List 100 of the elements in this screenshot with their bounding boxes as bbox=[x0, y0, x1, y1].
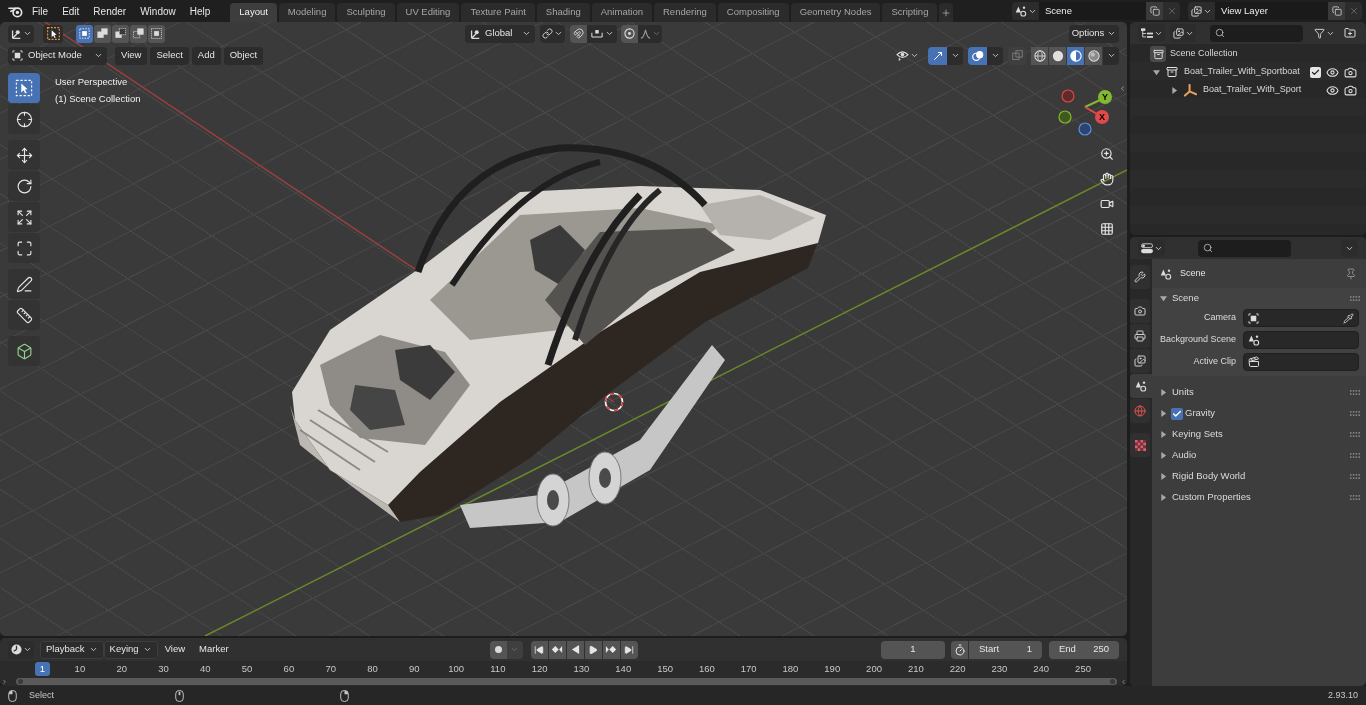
object-field[interactable] bbox=[1243, 309, 1359, 327]
drag-grip-icon[interactable] bbox=[1350, 390, 1360, 395]
shading-mode-button[interactable] bbox=[1067, 46, 1084, 65]
transform-orientation-dropdown[interactable]: Global bbox=[465, 24, 535, 43]
eyedropper-icon[interactable] bbox=[1343, 312, 1354, 324]
triangle-right-icon[interactable] bbox=[1160, 410, 1167, 417]
menu-item[interactable]: Render bbox=[86, 1, 134, 21]
scene-dropdown-button[interactable] bbox=[1012, 2, 1039, 20]
toggle-options-dropdown[interactable] bbox=[947, 46, 963, 65]
play-reverse-button[interactable] bbox=[566, 640, 584, 659]
triangle-right-icon[interactable] bbox=[1160, 389, 1167, 396]
section-title[interactable]: Audio bbox=[1172, 448, 1197, 463]
shading-mode-button[interactable] bbox=[1049, 46, 1066, 65]
workspace-tab[interactable]: Modeling bbox=[278, 3, 336, 22]
overlays-toggle-button[interactable] bbox=[968, 46, 987, 65]
tool-button[interactable] bbox=[8, 73, 40, 103]
mode-dropdown[interactable]: Object Mode bbox=[8, 46, 107, 65]
workspace-tab[interactable]: Shading bbox=[536, 3, 590, 22]
search-field[interactable] bbox=[1210, 24, 1303, 42]
gizmo-toggle-button[interactable] bbox=[928, 46, 947, 65]
section-checkbox[interactable] bbox=[1171, 407, 1183, 420]
tool-button[interactable] bbox=[8, 269, 40, 299]
previous-keyframe-button[interactable] bbox=[548, 640, 566, 659]
workspace-tab[interactable]: Rendering bbox=[654, 3, 716, 22]
jump-to-start-button[interactable] bbox=[530, 640, 548, 659]
chevron-right-icon[interactable] bbox=[1, 677, 8, 686]
section-title[interactable]: Gravity bbox=[1185, 406, 1216, 421]
properties-tab[interactable] bbox=[1130, 265, 1150, 289]
section-title[interactable]: Keying Sets bbox=[1172, 427, 1223, 442]
timeline-menu-item[interactable]: View bbox=[157, 640, 193, 659]
drag-grip-icon[interactable] bbox=[1350, 296, 1360, 301]
duplicate-button[interactable] bbox=[1146, 2, 1163, 20]
camera-icon[interactable] bbox=[1344, 65, 1357, 79]
display-mode-dropdown[interactable] bbox=[1170, 24, 1196, 42]
timeline-scrollbar[interactable] bbox=[16, 678, 1117, 685]
selection-mode-button[interactable] bbox=[130, 24, 147, 43]
next-keyframe-button[interactable] bbox=[602, 640, 620, 659]
pivot-point-dropdown[interactable] bbox=[540, 24, 565, 43]
workspace-tab[interactable]: Layout bbox=[230, 3, 277, 22]
drag-grip-icon[interactable] bbox=[1350, 495, 1360, 500]
menu-item[interactable]: Help bbox=[182, 1, 218, 21]
properties-tab[interactable] bbox=[1130, 299, 1150, 323]
y-axis-handle[interactable]: Y bbox=[1084, 90, 1112, 108]
selection-mode-button[interactable] bbox=[148, 24, 165, 43]
camera-icon[interactable] bbox=[1344, 83, 1357, 97]
tool-button[interactable] bbox=[8, 140, 40, 170]
active-tool-button[interactable] bbox=[43, 24, 63, 43]
triangle-down-icon[interactable] bbox=[1160, 295, 1167, 302]
triangle-right-icon[interactable] bbox=[1160, 473, 1167, 480]
snap-toggle-button[interactable] bbox=[570, 24, 587, 43]
record-button[interactable] bbox=[489, 640, 507, 659]
exclude-checkbox[interactable] bbox=[1310, 66, 1321, 78]
chevron-left-icon[interactable] bbox=[1120, 677, 1127, 686]
shading-mode-button[interactable] bbox=[1085, 46, 1102, 65]
workspace-tab[interactable]: Scripting bbox=[882, 3, 938, 22]
timeline-menu-item[interactable]: Marker bbox=[192, 640, 236, 659]
tool-button[interactable] bbox=[8, 171, 40, 201]
section-title[interactable]: Rigid Body World bbox=[1172, 469, 1246, 484]
workspace-tab[interactable]: Sculpting bbox=[337, 3, 395, 22]
scrollbar-handle-icon[interactable] bbox=[18, 679, 23, 684]
properties-tab[interactable] bbox=[1130, 433, 1150, 457]
x-axis-handle[interactable]: X bbox=[1084, 106, 1109, 124]
drag-grip-icon[interactable] bbox=[1350, 411, 1360, 416]
section-title[interactable]: Units bbox=[1172, 385, 1194, 400]
section-title[interactable]: Custom Properties bbox=[1172, 490, 1251, 505]
triangle-down-icon[interactable] bbox=[1152, 68, 1160, 76]
menu-item[interactable]: File bbox=[25, 1, 56, 21]
editor-type-button[interactable] bbox=[8, 640, 34, 659]
outliner-item-label[interactable]: Boat_Trailer_With_Sportboat bbox=[1184, 65, 1300, 79]
drag-grip-icon[interactable] bbox=[1350, 453, 1360, 458]
triangle-right-icon[interactable] bbox=[1160, 452, 1167, 459]
header-menu-item[interactable]: Add bbox=[191, 46, 221, 65]
tool-button[interactable] bbox=[8, 233, 40, 263]
pin-icon[interactable] bbox=[1345, 268, 1357, 280]
options-dropdown[interactable]: Options bbox=[1069, 24, 1119, 43]
workspace-tab[interactable]: Geometry Nodes bbox=[790, 3, 881, 22]
section-title[interactable]: Scene bbox=[1172, 291, 1199, 306]
properties-tab[interactable] bbox=[1130, 374, 1152, 398]
duplicate-button[interactable] bbox=[1328, 2, 1345, 20]
timeline-dropdown[interactable]: Keying bbox=[103, 640, 158, 659]
outliner-item-label[interactable]: Scene Collection bbox=[1170, 47, 1238, 61]
properties-tab[interactable] bbox=[1130, 324, 1150, 348]
jump-to-end-button[interactable] bbox=[620, 640, 638, 659]
end-frame-field[interactable]: End 250 bbox=[1049, 640, 1119, 659]
object-field[interactable] bbox=[1243, 353, 1359, 371]
scrollbar-handle-icon[interactable] bbox=[1110, 679, 1115, 684]
scene-name-field[interactable]: Scene bbox=[1039, 2, 1146, 20]
editor-type-button[interactable] bbox=[8, 24, 34, 43]
selection-mode-button[interactable] bbox=[76, 24, 93, 43]
add-workspace-button[interactable] bbox=[939, 3, 954, 22]
menu-item[interactable]: Edit bbox=[55, 1, 87, 21]
header-menu-item[interactable]: Object bbox=[223, 46, 264, 65]
snap-target-dropdown[interactable] bbox=[587, 24, 617, 43]
outliner-item-label[interactable]: Boat_Trailer_With_Sport bbox=[1203, 83, 1302, 97]
current-frame-field[interactable]: 1 bbox=[881, 640, 945, 659]
triangle-right-icon[interactable] bbox=[1160, 431, 1167, 438]
selection-mode-button[interactable] bbox=[112, 24, 129, 43]
view-layer-name-field[interactable]: View Layer bbox=[1215, 2, 1328, 20]
play-button[interactable] bbox=[584, 640, 602, 659]
tool-button[interactable] bbox=[8, 300, 40, 330]
